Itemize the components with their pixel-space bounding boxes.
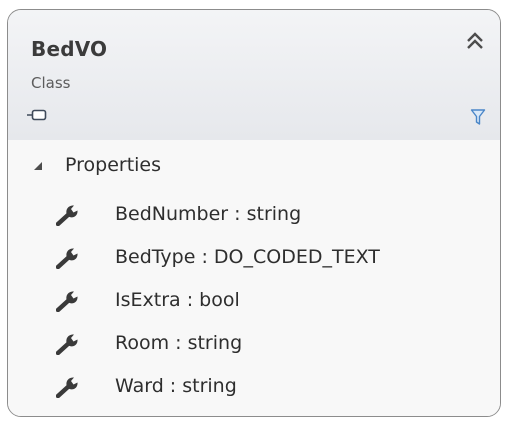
properties-section-label: Properties xyxy=(65,154,162,176)
property-row-ward[interactable]: Ward : string xyxy=(8,372,500,402)
properties-section-header[interactable]: Properties xyxy=(8,152,500,178)
property-row-bedtype[interactable]: BedType : DO_CODED_TEXT xyxy=(8,243,500,273)
wrench-icon xyxy=(56,205,78,226)
property-row-room[interactable]: Room : string xyxy=(8,329,500,359)
wrench-icon xyxy=(56,291,78,312)
property-label: BedNumber : string xyxy=(115,203,302,225)
class-shape[interactable]: BedVO Class Properties BedNumber: strin… xyxy=(7,9,501,417)
class-stereotype: Class xyxy=(31,74,71,92)
property-row-isextra[interactable]: IsExtra : bool xyxy=(8,286,500,316)
wrench-icon xyxy=(56,334,78,355)
property-row-bednumber[interactable]: BedNumber : string xyxy=(8,200,500,230)
class-shape-icon xyxy=(27,109,47,121)
wrench-icon xyxy=(56,248,78,269)
class-header: BedVO Class xyxy=(8,10,500,141)
wrench-icon xyxy=(56,377,78,398)
property-label: IsExtra : bool xyxy=(115,289,240,311)
triangle-expanded-icon[interactable] xyxy=(33,161,43,171)
property-label: Room : string xyxy=(115,332,243,354)
filter-icon xyxy=(470,109,486,125)
property-label: BedType : DO_CODED_TEXT xyxy=(115,246,380,268)
double-chevron-up-icon xyxy=(467,32,483,49)
collapse-button[interactable] xyxy=(464,30,486,52)
property-label: Ward : string xyxy=(115,375,237,397)
filter-button[interactable] xyxy=(470,108,486,126)
compartment-body: Properties BedNumber : string BedType : … xyxy=(8,140,500,416)
class-name: BedVO xyxy=(31,37,108,61)
